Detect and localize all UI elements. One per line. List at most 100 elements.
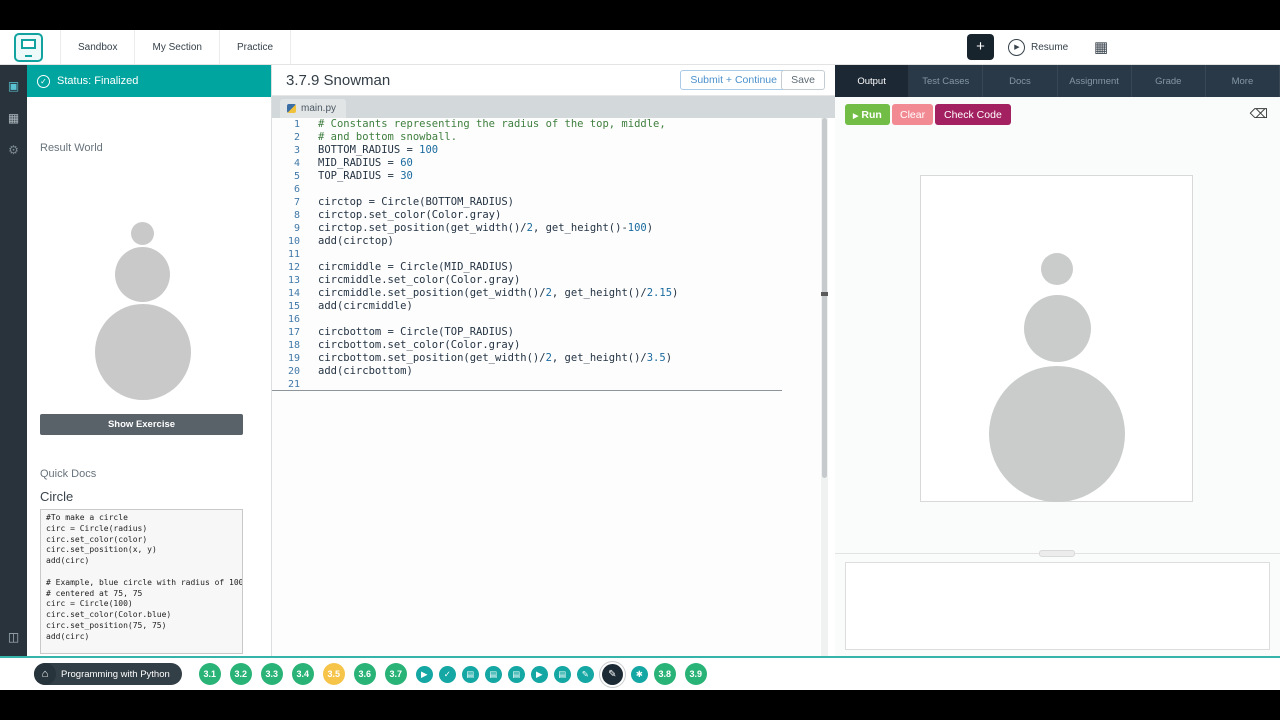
line-number: 14	[287, 288, 300, 299]
lesson-item-3-2[interactable]: 3.2	[229, 663, 252, 685]
course-pill[interactable]: ⌂ Programming with Python	[34, 663, 182, 685]
output-tab-docs[interactable]: Docs	[983, 65, 1058, 97]
monitor-icon	[21, 39, 36, 49]
snowman-preview-middle	[115, 247, 170, 302]
check-code-button[interactable]: Check Code	[935, 104, 1011, 125]
line-number: 12	[287, 262, 300, 273]
code-line[interactable]: 6	[272, 183, 828, 196]
code-line[interactable]: 18 circbottom.set_color(Color.gray)	[272, 339, 828, 352]
settings-gear-icon[interactable]: ⚙	[0, 143, 27, 157]
save-button[interactable]: Save	[781, 70, 825, 90]
output-tab-grade[interactable]: Grade	[1132, 65, 1206, 97]
run-play-icon: ▶	[853, 112, 859, 120]
panel-toggle-icon[interactable]: ◫	[0, 630, 27, 644]
quick-docs-heading: Circle	[40, 489, 74, 504]
output-tab-output[interactable]: Output	[835, 65, 910, 97]
lesson-item-3-1[interactable]: 3.1	[198, 663, 221, 685]
lesson-item-3-6[interactable]: 3.6	[353, 663, 376, 685]
collapse-panel-icon[interactable]: ⌫	[1250, 106, 1268, 122]
quick-docs-label: Quick Docs	[40, 468, 97, 480]
code-line[interactable]: 7 circtop = Circle(BOTTOM_RADIUS)	[272, 196, 828, 209]
nav-tab-sandbox[interactable]: Sandbox	[60, 30, 136, 64]
line-number: 2	[293, 132, 300, 143]
nav-tab-practice[interactable]: Practice	[220, 30, 292, 64]
lesson-item-3-8[interactable]: 3.8	[653, 663, 676, 685]
doc-icon[interactable]: ▤	[461, 665, 479, 683]
left-panel: ✓ Status: Finalized Result World Show Ex…	[27, 65, 272, 658]
code-line[interactable]: 8 circtop.set_color(Color.gray)	[272, 209, 828, 222]
file-tab-mainpy[interactable]: main.py	[280, 99, 347, 118]
doc-icon[interactable]: ▤	[553, 665, 571, 683]
line-number: 17	[287, 327, 300, 338]
status-label: Status: Finalized	[57, 75, 139, 87]
lesson-item-3-5[interactable]: 3.5	[322, 663, 345, 685]
code-line[interactable]: 5 TOP_RADIUS = 30	[272, 170, 828, 183]
code-line[interactable]: 10 add(circtop)	[272, 235, 828, 248]
output-tab-assignment[interactable]: Assignment	[1058, 65, 1132, 97]
run-button[interactable]: ▶ Run	[845, 104, 890, 125]
editor-scrollbar[interactable]	[821, 118, 828, 658]
add-button[interactable]: +	[967, 34, 994, 60]
code-line[interactable]: 3 BOTTOM_RADIUS = 100	[272, 144, 828, 157]
code-text: circbottom.set_position(get_width()/2, g…	[318, 352, 673, 364]
code-text: circtop.set_position(get_width()/2, get_…	[318, 222, 654, 234]
code-text: circmiddle.set_color(Color.gray)	[318, 274, 521, 286]
code-line[interactable]: 2 # and bottom snowball.	[272, 131, 828, 144]
file-tab-label: main.py	[301, 103, 337, 114]
video-icon[interactable]: ▶	[530, 665, 548, 683]
modules-icon[interactable]: ▣	[0, 79, 27, 93]
code-editor[interactable]: 1 # Constants representing the radius of …	[272, 118, 828, 658]
divider-drag-handle[interactable]	[1039, 550, 1075, 557]
top-nav-tabs: Sandbox My Section Practice	[60, 30, 292, 64]
code-text: BOTTOM_RADIUS = 100	[318, 144, 439, 156]
resume-button[interactable]: ▶ Resume	[1008, 37, 1068, 57]
code-text: add(circmiddle)	[318, 300, 413, 312]
output-tab-test-cases[interactable]: Test Cases	[909, 65, 984, 97]
doc-icon[interactable]: ▤	[484, 665, 502, 683]
code-line[interactable]: 16	[272, 313, 828, 326]
code-text: circmiddle.set_position(get_width()/2, g…	[318, 287, 679, 299]
lesson-item-3-7[interactable]: 3.7	[384, 663, 407, 685]
code-line[interactable]: 12 circmiddle = Circle(MID_RADIUS)	[272, 261, 828, 274]
code-text: # Constants representing the radius of t…	[318, 118, 666, 130]
asterisk-icon[interactable]: ✱	[630, 665, 648, 683]
output-tab-more[interactable]: More	[1206, 65, 1280, 97]
code-line[interactable]: 21	[272, 378, 782, 391]
left-rail: ▣ ▦ ⚙ ◫	[0, 65, 27, 658]
pencil-icon[interactable]: ✎	[576, 665, 594, 683]
code-line[interactable]: 1 # Constants representing the radius of …	[272, 118, 828, 131]
calendar-rail-icon[interactable]: ▦	[0, 111, 27, 125]
code-line[interactable]: 14 circmiddle.set_position(get_width()/2,…	[272, 287, 828, 300]
play-icon: ▶	[1008, 38, 1025, 56]
code-line[interactable]: 17 circbottom = Circle(TOP_RADIUS)	[272, 326, 828, 339]
code-line[interactable]: 13 circmiddle.set_color(Color.gray)	[272, 274, 828, 287]
lesson-item-3-4[interactable]: 3.4	[291, 663, 314, 685]
show-exercise-button[interactable]: Show Exercise	[40, 414, 243, 435]
code-line[interactable]: 4 MID_RADIUS = 60	[272, 157, 828, 170]
line-number: 11	[287, 249, 300, 260]
clear-button[interactable]: Clear	[892, 104, 934, 125]
code-text: add(circtop)	[318, 235, 394, 247]
nav-tab-my-section[interactable]: My Section	[135, 30, 220, 64]
video-icon[interactable]: ▶	[415, 665, 433, 683]
code-line[interactable]: 20 add(circbottom)	[272, 365, 828, 378]
code-line[interactable]: 15 add(circmiddle)	[272, 300, 828, 313]
letterbox-bottom	[0, 690, 1280, 720]
output-tab-bar: Output Test Cases Docs Assignment Grade More	[835, 65, 1280, 97]
submit-continue-button[interactable]: Submit + Continue	[680, 70, 787, 90]
console-output[interactable]	[845, 562, 1270, 650]
scrollbar-thumb[interactable]	[822, 118, 827, 478]
code-line[interactable]: 19 circbottom.set_position(get_width()/2,…	[272, 352, 828, 365]
check-icon[interactable]: ✓	[438, 665, 456, 683]
code-text: circmiddle = Circle(MID_RADIUS)	[318, 261, 514, 273]
pencil-icon-selected[interactable]: ✎	[601, 663, 623, 685]
code-lines: 1 # Constants representing the radius of …	[272, 118, 828, 391]
quick-docs-code[interactable]: #To make a circle circ = Circle(radius) …	[40, 509, 243, 654]
code-line[interactable]: 9 circtop.set_position(get_width()/2, get…	[272, 222, 828, 235]
codehs-logo[interactable]	[14, 33, 43, 62]
doc-icon[interactable]: ▤	[507, 665, 525, 683]
lesson-item-3-9[interactable]: 3.9	[684, 663, 707, 685]
calendar-icon[interactable]: ▦	[1094, 38, 1108, 56]
lesson-item-3-3[interactable]: 3.3	[260, 663, 283, 685]
code-line[interactable]: 11	[272, 248, 828, 261]
